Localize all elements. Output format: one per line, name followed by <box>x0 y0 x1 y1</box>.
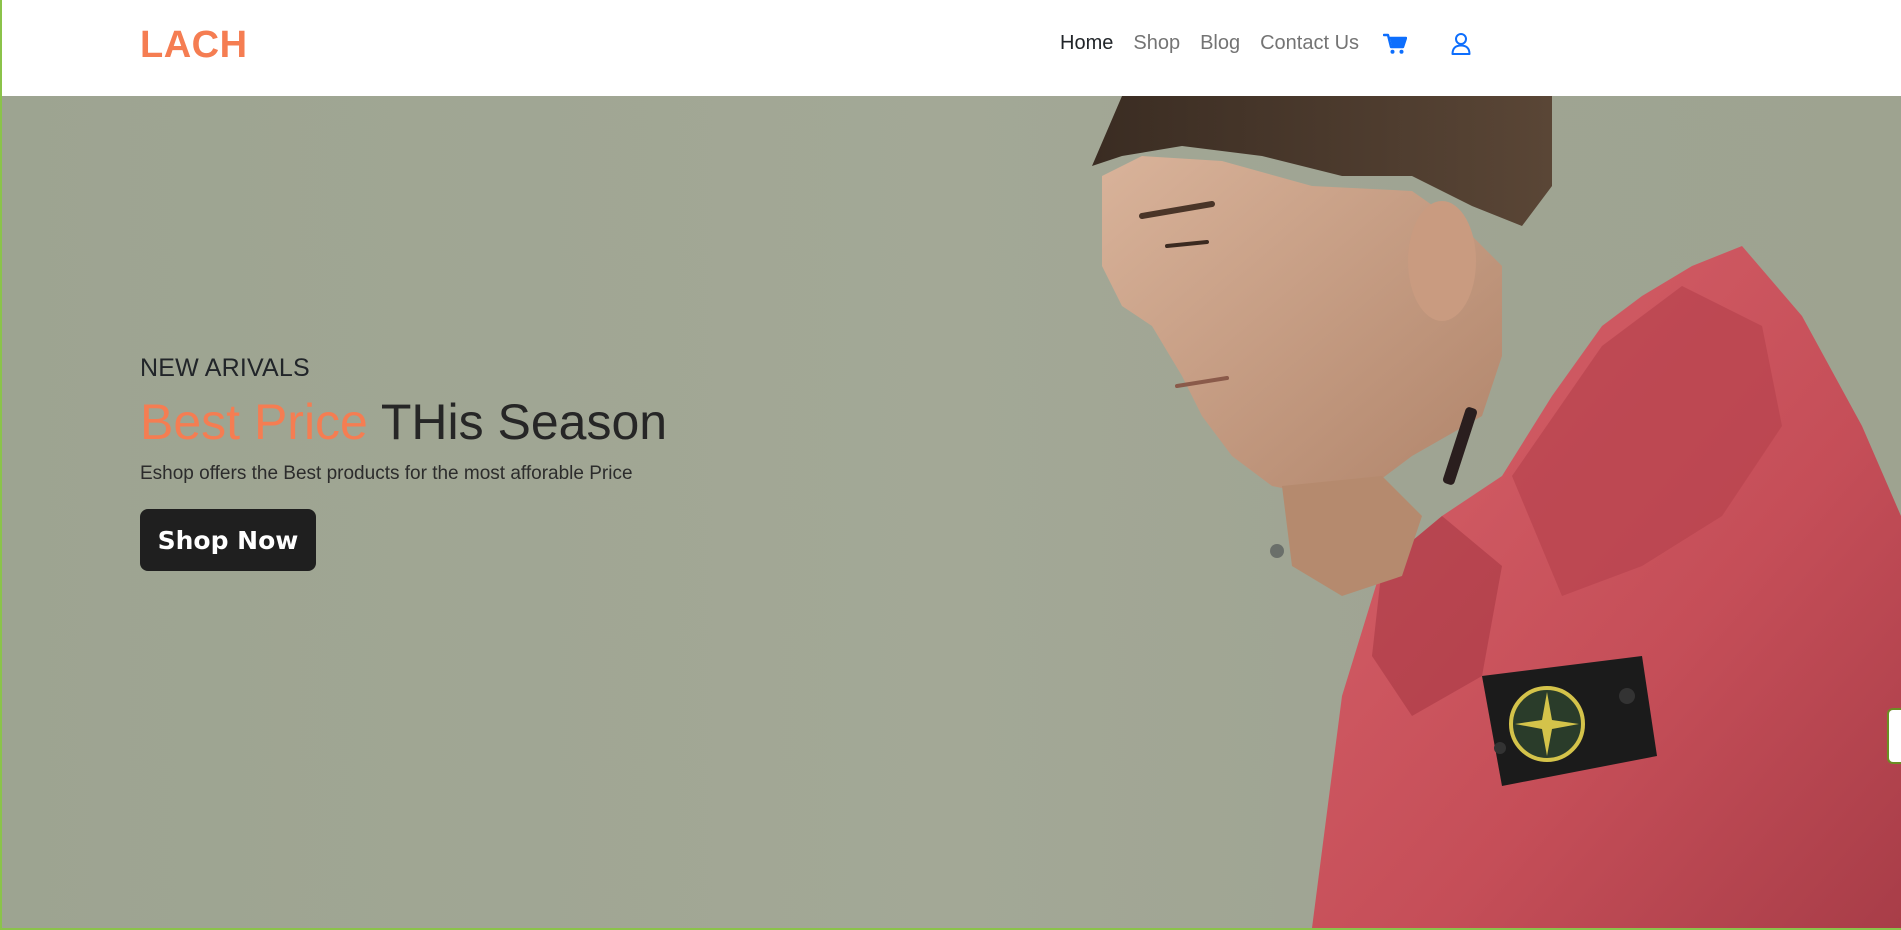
hero-eyebrow: NEW ARIVALS <box>140 354 310 382</box>
brand-logo[interactable]: LACH <box>140 24 248 67</box>
hero-headline: Best Price THis Season <box>140 391 840 453</box>
hero-headline-accent: Best Price <box>140 394 368 450</box>
hero-section: NEW ARIVALS Best Price THis Season Eshop… <box>2 96 1901 928</box>
nav-link-home[interactable]: Home <box>1060 32 1113 55</box>
user-icon[interactable] <box>1448 31 1474 57</box>
hero-subtext: Eshop offers the Best products for the m… <box>140 463 633 484</box>
cart-icon[interactable] <box>1382 31 1408 57</box>
nav-links: Home Shop Blog Contact Us <box>1060 30 1379 56</box>
nav-link-blog[interactable]: Blog <box>1200 32 1240 55</box>
hero-headline-rest: THis Season <box>380 394 668 450</box>
nav-link-contact-us[interactable]: Contact Us <box>1260 32 1359 55</box>
hero-content: NEW ARIVALS Best Price THis Season Eshop… <box>140 354 840 571</box>
hero-model-image <box>1092 96 1901 928</box>
nav-link-shop[interactable]: Shop <box>1133 32 1180 55</box>
shop-now-button[interactable]: Shop Now <box>140 509 316 571</box>
page: LACH Home Shop Blog Contact Us NEW ARIVA… <box>0 0 1901 930</box>
navbar: LACH Home Shop Blog Contact Us <box>2 0 1901 96</box>
side-widget-tab[interactable] <box>1887 708 1901 764</box>
